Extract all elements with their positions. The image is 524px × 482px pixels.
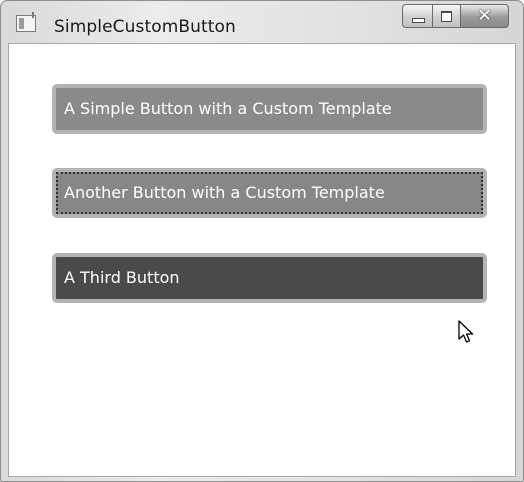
minimize-icon [412,18,425,23]
client-area: A Simple Button with a Custom Template A… [8,43,516,477]
window-title: SimpleCustomButton [54,17,236,37]
maximize-icon [441,11,452,22]
app-icon-dot [32,12,34,18]
caption-buttons: ✕ [402,4,509,28]
app-icon-bar [19,18,24,29]
third-button-label: A Third Button [64,268,180,287]
app-window: SimpleCustomButton ✕ A Simple Button wit… [0,0,524,482]
arrow-pointer-icon [458,320,474,343]
simple-custom-button-label: A Simple Button with a Custom Template [64,99,392,118]
close-icon: ✕ [477,6,492,26]
close-button[interactable]: ✕ [460,4,509,28]
maximize-button[interactable] [432,4,460,28]
minimize-button[interactable] [402,4,432,28]
simple-custom-button[interactable]: A Simple Button with a Custom Template [52,84,487,134]
another-custom-button[interactable]: Another Button with a Custom Template [52,168,487,218]
another-custom-button-label: Another Button with a Custom Template [64,183,385,202]
app-window-icon[interactable] [16,12,36,32]
third-button[interactable]: A Third Button [52,253,487,303]
title-bar[interactable]: SimpleCustomButton ✕ [1,1,523,43]
